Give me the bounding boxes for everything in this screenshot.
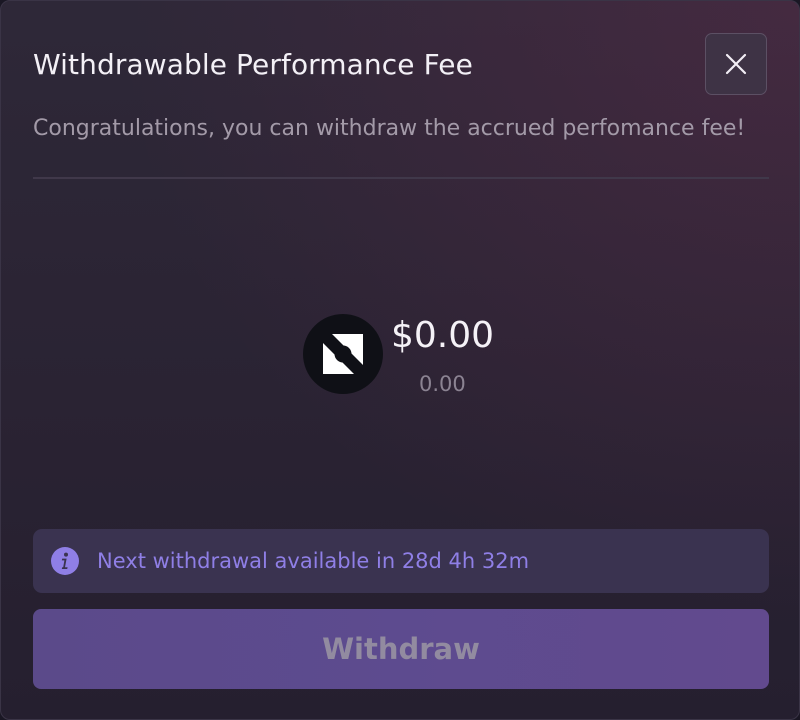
info-icon [50, 546, 80, 576]
modal-subtitle: Congratulations, you can withdraw the ac… [33, 116, 746, 141]
modal-title: Withdrawable Performance Fee [33, 48, 473, 81]
usd-balance-value: $0.00 [391, 315, 495, 356]
withdrawal-cooldown-text: Next withdrawal available in 28d 4h 32m [97, 549, 530, 573]
header-divider [33, 177, 769, 179]
close-icon [724, 52, 748, 76]
withdraw-button[interactable]: Withdraw [33, 609, 769, 689]
withdrawal-cooldown-notice: Next withdrawal available in 28d 4h 32m [33, 529, 769, 593]
token-balance-amount: 0.00 [419, 372, 466, 396]
token-logo-icon [303, 314, 383, 394]
performance-fee-modal: Withdrawable Performance Fee Congratulat… [0, 0, 800, 720]
close-button[interactable] [705, 33, 767, 95]
